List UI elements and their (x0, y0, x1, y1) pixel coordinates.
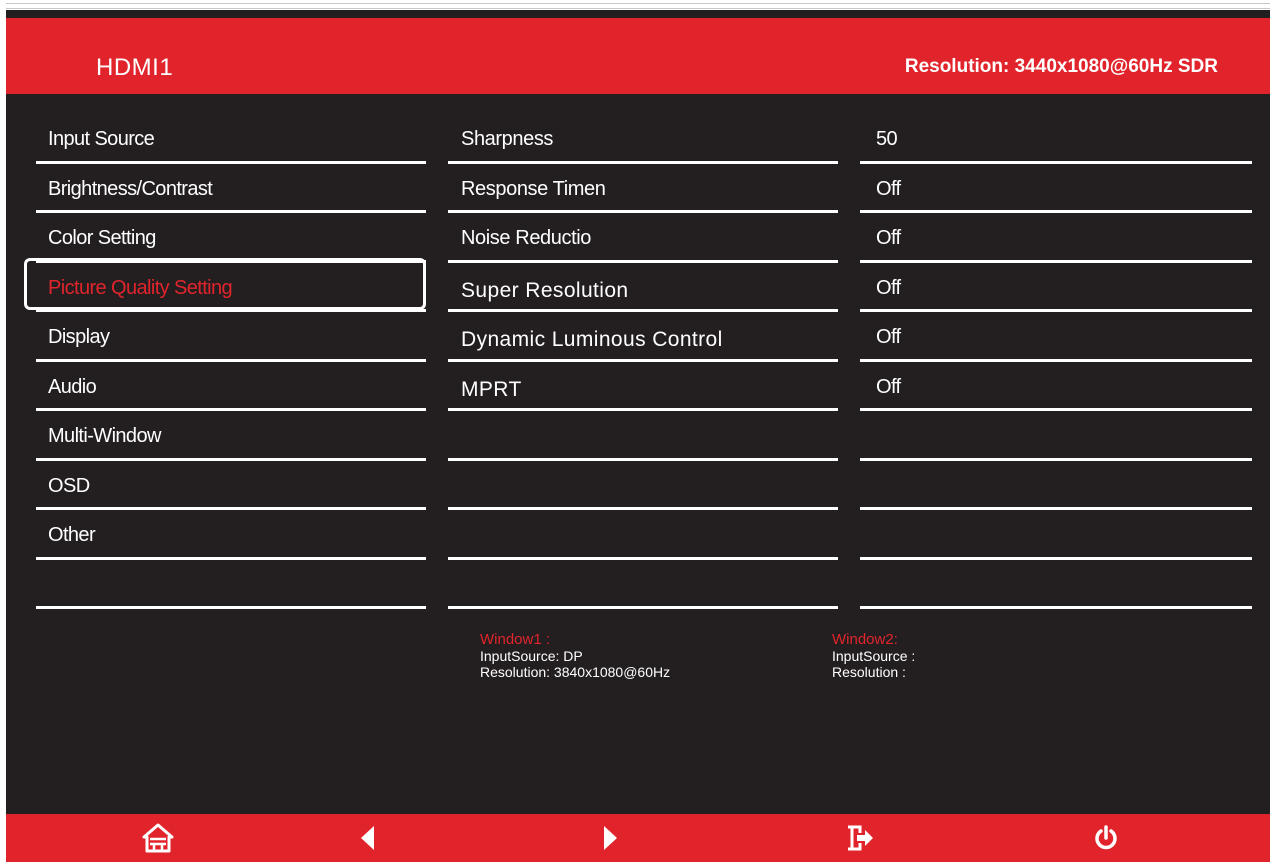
menu-item-label: Input Source (48, 128, 155, 150)
value-dynamic-luminous-control[interactable]: Off (860, 312, 1252, 362)
input-source-title: HDMI1 (96, 54, 174, 81)
value-noise-reduction[interactable]: Off (860, 213, 1252, 263)
settings-list: Sharpness Response Timen Noise Reductio … (448, 114, 838, 609)
divider (448, 606, 838, 609)
exit-button[interactable] (844, 822, 876, 854)
value-response-time[interactable]: Off (860, 164, 1252, 213)
power-icon (1093, 825, 1119, 851)
footer-nav (6, 814, 1270, 862)
setting-empty (448, 510, 838, 560)
menu-item-label: Audio (48, 375, 97, 398)
setting-noise-reduction[interactable]: Noise Reductio (448, 213, 838, 263)
setting-label: Sharpness (461, 128, 554, 150)
left-arrow-icon (358, 824, 378, 852)
setting-value: Off (876, 177, 901, 200)
setting-label: MPRT (461, 377, 522, 401)
value-super-resolution[interactable]: Off (860, 263, 1252, 312)
value-empty (860, 560, 1252, 609)
right-button[interactable] (594, 822, 626, 854)
menu-item-label: OSD (48, 474, 90, 497)
menu-item-label: Other (48, 524, 96, 546)
setting-empty (448, 461, 838, 510)
setting-value: 50 (876, 128, 898, 150)
setting-value: Off (876, 227, 901, 249)
setting-value: Off (876, 375, 901, 398)
setting-dynamic-luminous-control[interactable]: Dynamic Luminous Control (448, 312, 838, 362)
top-border (6, 3, 1270, 9)
value-empty (860, 411, 1252, 461)
selection-highlight (24, 258, 426, 310)
window1-info: Window1 : InputSource: DP Resolution: 38… (480, 631, 671, 681)
osd-screen: HDMI1 Resolution: 3440x1080@60Hz SDR Inp… (6, 10, 1270, 862)
window2-input-source: InputSource : (832, 648, 916, 664)
window2-info: Window2: InputSource : Resolution : (832, 631, 916, 681)
divider (860, 606, 1252, 609)
value-sharpness[interactable]: 50 (860, 114, 1252, 164)
setting-empty (448, 411, 838, 461)
value-empty (860, 510, 1252, 560)
home-icon (142, 823, 174, 853)
menu-item-label: Display (48, 326, 110, 348)
menu-item-label: Brightness/Contrast (48, 177, 213, 200)
exit-icon (845, 824, 875, 852)
setting-value: Off (876, 326, 901, 348)
setting-empty (448, 560, 838, 609)
osd-header: HDMI1 Resolution: 3440x1080@60Hz SDR (6, 18, 1270, 94)
window2-title: Window2: (832, 631, 898, 648)
setting-response-time[interactable]: Response Timen (448, 164, 838, 213)
menu-item-display[interactable]: Display (36, 312, 426, 362)
menu-item-other[interactable]: Other (36, 510, 426, 560)
window2-resolution: Resolution : (832, 664, 906, 680)
resolution-status: Resolution: 3440x1080@60Hz SDR (904, 56, 1218, 77)
menu-item-multi-window[interactable]: Multi-Window (36, 411, 426, 461)
setting-super-resolution[interactable]: Super Resolution (448, 263, 838, 312)
menu-item-osd[interactable]: OSD (36, 461, 426, 510)
settings-values: 50 Off Off Off Off Off (860, 114, 1252, 609)
setting-label: Response Timen (461, 177, 606, 200)
right-arrow-icon (600, 824, 620, 852)
menu-item-label: Color Setting (48, 227, 156, 249)
window1-resolution: Resolution: 3840x1080@60Hz (480, 664, 671, 680)
window1-input-source: InputSource: DP (480, 648, 583, 664)
divider (36, 606, 426, 609)
setting-sharpness[interactable]: Sharpness (448, 114, 838, 164)
home-button[interactable] (142, 822, 174, 854)
setting-value: Off (876, 276, 901, 299)
value-mprt[interactable]: Off (860, 362, 1252, 411)
setting-label: Super Resolution (461, 278, 629, 302)
main-menu: Input Source Brightness/Contrast Color S… (36, 114, 426, 609)
menu-item-brightness-contrast[interactable]: Brightness/Contrast (36, 164, 426, 213)
menu-item-color-setting[interactable]: Color Setting (36, 213, 426, 263)
window1-title: Window1 : (480, 631, 551, 648)
value-empty (860, 461, 1252, 510)
menu-item-audio[interactable]: Audio (36, 362, 426, 411)
setting-label: Noise Reductio (461, 227, 592, 249)
left-button[interactable] (352, 822, 384, 854)
setting-label: Dynamic Luminous Control (461, 328, 723, 351)
menu-item-empty (36, 560, 426, 609)
power-button[interactable] (1090, 822, 1122, 854)
menu-item-input-source[interactable]: Input Source (36, 114, 426, 164)
menu-item-label: Multi-Window (48, 425, 161, 447)
setting-mprt[interactable]: MPRT (448, 362, 838, 411)
